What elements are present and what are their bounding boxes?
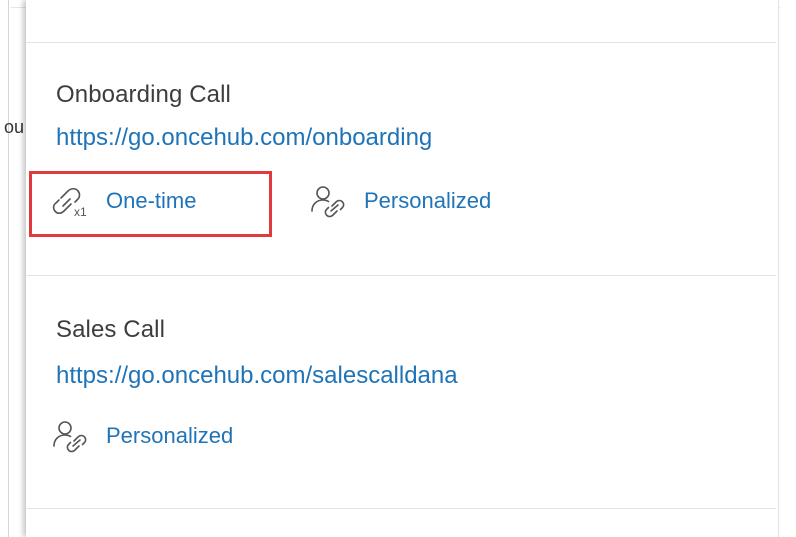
card-divider	[26, 508, 776, 509]
card-url-link[interactable]: https://go.oncehub.com/salescalldana	[56, 362, 458, 390]
screenshot-stage: ou Onboarding Call https://go.oncehub.co…	[0, 0, 796, 537]
background-page: ou	[0, 0, 28, 537]
background-divider	[8, 0, 9, 537]
card-title: Sales Call	[56, 316, 166, 343]
card-title: Onboarding Call	[56, 81, 231, 108]
panel-right-edge	[778, 0, 779, 537]
personalized-link-icon	[52, 419, 92, 453]
card-url-link[interactable]: https://go.oncehub.com/onboarding	[56, 124, 432, 152]
personalized-link-label: Personalized	[364, 188, 492, 213]
personalized-link-button[interactable]: Personalized	[310, 184, 491, 218]
personalized-link-icon	[310, 184, 350, 218]
background-text-fragment: ou	[4, 117, 25, 137]
personalized-link-button[interactable]: Personalized	[52, 419, 233, 453]
card-divider	[26, 275, 776, 276]
personalized-link-label: Personalized	[106, 423, 234, 448]
card-divider	[26, 42, 776, 43]
highlight-annotation	[29, 171, 272, 237]
